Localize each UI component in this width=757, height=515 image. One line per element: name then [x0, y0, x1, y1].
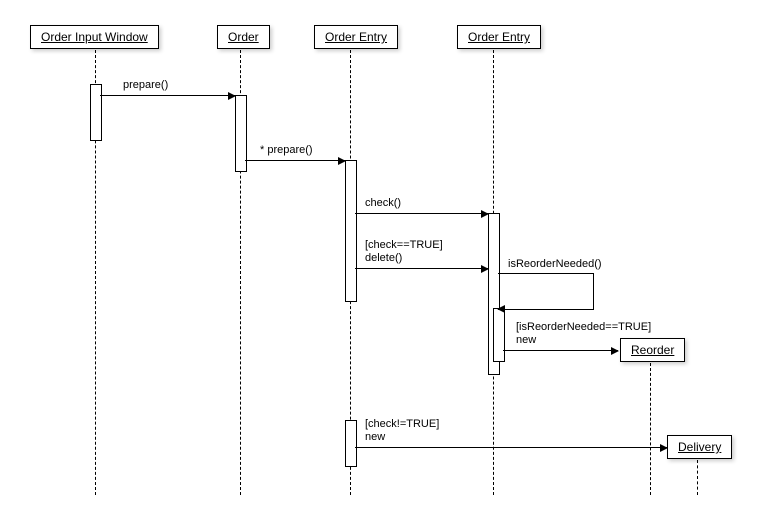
lifeline-order-entry-1: Order Entry: [314, 25, 398, 49]
activation-bar: [493, 308, 505, 362]
activation-bar: [345, 160, 357, 302]
self-message: [498, 273, 594, 310]
message-arrow: [355, 447, 667, 448]
message-arrow: [355, 213, 488, 214]
message-arrow: [245, 160, 345, 161]
message-arrow: [355, 268, 488, 269]
activation-bar: [345, 420, 357, 467]
object-delivery: Delivery: [667, 435, 732, 459]
message-label: * prepare(): [260, 144, 313, 157]
message-label: isReorderNeeded(): [508, 258, 602, 271]
message-arrow: [100, 95, 235, 96]
message-arrow: [503, 350, 618, 351]
message-label: [check==TRUE] delete(): [365, 239, 443, 265]
lifeline-order: Order: [217, 25, 270, 49]
lifeline-order-input-window: Order Input Window: [30, 25, 159, 49]
message-label: check(): [365, 197, 401, 210]
activation-bar: [90, 84, 102, 141]
message-label: prepare(): [123, 79, 168, 92]
message-label: [check!=TRUE] new: [365, 418, 439, 444]
sequence-diagram: Order Input Window Order Order Entry Ord…: [0, 0, 757, 515]
lifeline-order-entry-2: Order Entry: [457, 25, 541, 49]
object-reorder: Reorder: [620, 338, 685, 362]
lifeline-dash: [697, 460, 698, 495]
lifeline-dash: [650, 363, 651, 495]
